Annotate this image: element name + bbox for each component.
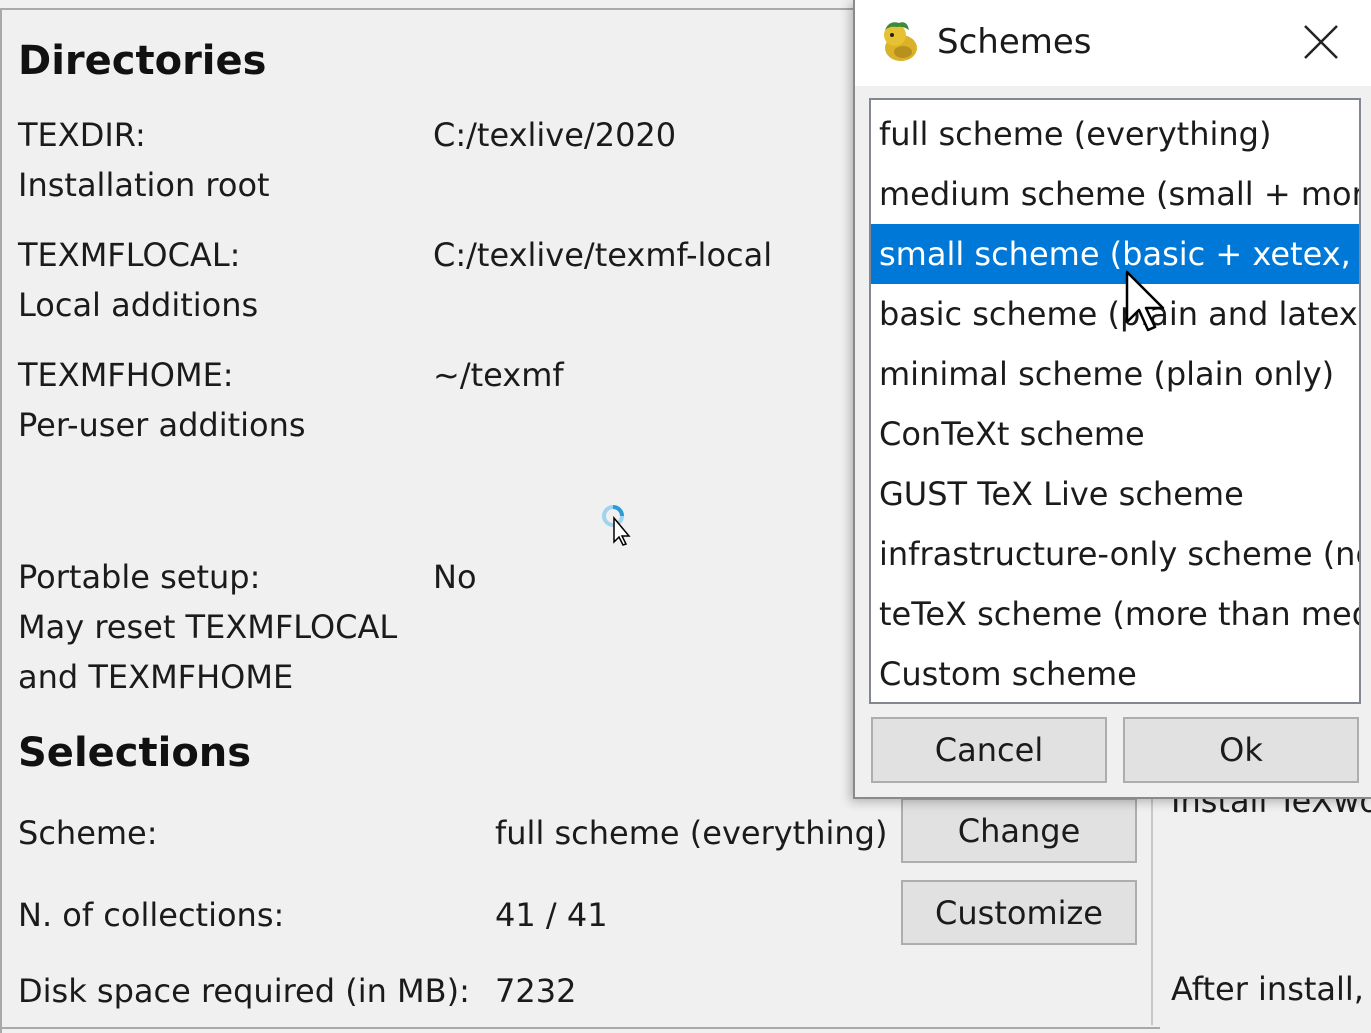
window-border-left: [0, 8, 2, 1033]
scheme-option-gust[interactable]: GUST TeX Live scheme: [871, 464, 1359, 524]
disk-space-label: Disk space required (in MB):: [18, 972, 470, 1010]
scheme-option-minimal[interactable]: minimal scheme (plain only): [871, 344, 1359, 404]
schemes-dialog: Schemes full scheme (everything) medium …: [853, 0, 1371, 799]
scheme-option-full[interactable]: full scheme (everything): [871, 104, 1359, 164]
scheme-label: Scheme:: [18, 814, 158, 852]
after-install-label: After install,: [1171, 970, 1364, 1008]
portable-note-line2: and TEXMFHOME: [18, 658, 294, 696]
scheme-option-medium[interactable]: medium scheme (small + more packages and…: [871, 164, 1359, 224]
change-scheme-button[interactable]: Change: [901, 798, 1137, 863]
collections-value: 41 / 41: [495, 896, 608, 934]
texmflocal-label: TEXMFLOCAL:: [18, 236, 241, 274]
scheme-option-small[interactable]: small scheme (basic + xetex, metapost, a…: [871, 224, 1359, 284]
close-icon[interactable]: [1301, 22, 1341, 62]
selections-heading: Selections: [18, 730, 252, 776]
texmfhome-value: ~/texmf: [433, 356, 564, 394]
cancel-button[interactable]: Cancel: [871, 717, 1107, 783]
texdir-label: TEXDIR:: [18, 116, 146, 154]
texmfhome-label: TEXMFHOME:: [18, 356, 234, 394]
panel-separator: [1151, 790, 1153, 1025]
scheme-value: full scheme (everything): [495, 814, 888, 852]
texdir-value: C:/texlive/2020: [433, 116, 677, 154]
window-border-top: [0, 8, 860, 10]
dialog-title: Schemes: [937, 22, 1092, 62]
customize-button[interactable]: Customize: [901, 880, 1137, 945]
window-border-bottom: [0, 1027, 1160, 1029]
scheme-option-context[interactable]: ConTeXt scheme: [871, 404, 1359, 464]
portable-value: No: [433, 558, 477, 596]
ok-button[interactable]: Ok: [1123, 717, 1359, 783]
arrow-cursor-icon: [1125, 270, 1169, 334]
directories-heading: Directories: [18, 38, 267, 84]
dialog-titlebar[interactable]: Schemes: [855, 0, 1371, 86]
texdir-note: Installation root: [18, 166, 270, 204]
scheme-option-tetex[interactable]: teTeX scheme (more than medium, but nowh…: [871, 584, 1359, 644]
schemes-listbox[interactable]: full scheme (everything) medium scheme (…: [869, 98, 1361, 704]
texmfhome-note: Per-user additions: [18, 406, 306, 444]
texlive-lion-icon: [877, 18, 923, 64]
scheme-option-infraonly[interactable]: infrastructure-only scheme (no TeX at al…: [871, 524, 1359, 584]
portable-label: Portable setup:: [18, 558, 261, 596]
texmflocal-note: Local additions: [18, 286, 259, 324]
disk-space-value: 7232: [495, 972, 577, 1010]
busy-cursor-icon: [600, 504, 634, 546]
scheme-option-basic[interactable]: basic scheme (plain and latex): [871, 284, 1359, 344]
collections-label: N. of collections:: [18, 896, 285, 934]
portable-note-line1: May reset TEXMFLOCAL: [18, 608, 398, 646]
scheme-option-custom[interactable]: Custom scheme: [871, 644, 1359, 702]
texmflocal-value: C:/texlive/texmf-local: [433, 236, 773, 274]
